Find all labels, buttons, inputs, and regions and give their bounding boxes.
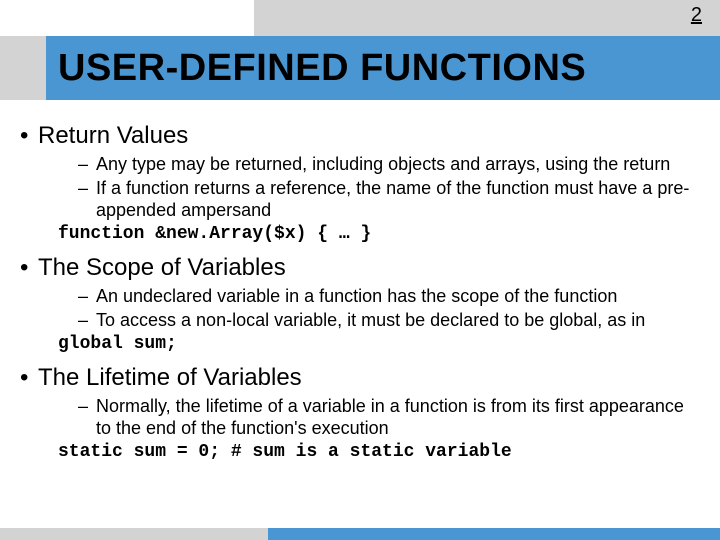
code-snippet: global sum; [58, 334, 700, 354]
slide-title: USER-DEFINED FUNCTIONS [46, 47, 586, 90]
bottom-strip-gray [0, 528, 268, 540]
code-snippet: static sum = 0; # sum is a static variab… [58, 442, 700, 462]
bullet-item: An undeclared variable in a function has… [78, 286, 700, 308]
code-snippet: function &new.Array($x) { … } [58, 224, 700, 244]
bullet-item: Normally, the lifetime of a variable in … [78, 396, 700, 440]
sublist-return-values: Any type may be returned, including obje… [20, 154, 700, 222]
top-strip-white [0, 0, 254, 36]
top-strip: 2 [0, 0, 720, 36]
sublist-scope: An undeclared variable in a function has… [20, 286, 700, 332]
bottom-strip-blue [268, 528, 720, 540]
bullet-item: To access a non-local variable, it must … [78, 310, 700, 332]
title-band-blue: USER-DEFINED FUNCTIONS [46, 36, 720, 100]
content-area: Return Values Any type may be returned, … [20, 112, 700, 464]
bottom-strip [0, 528, 720, 540]
top-strip-gray [254, 0, 720, 36]
bullet-item: Any type may be returned, including obje… [78, 154, 700, 176]
section-heading-scope: The Scope of Variables [20, 254, 700, 282]
sublist-lifetime: Normally, the lifetime of a variable in … [20, 396, 700, 440]
title-band-gray [0, 36, 46, 100]
bullet-item: If a function returns a reference, the n… [78, 178, 700, 222]
title-band: USER-DEFINED FUNCTIONS [0, 36, 720, 100]
page-number: 2 [691, 4, 702, 27]
slide: 2 USER-DEFINED FUNCTIONS Return Values A… [0, 0, 720, 540]
section-heading-lifetime: The Lifetime of Variables [20, 364, 700, 392]
section-heading-return-values: Return Values [20, 122, 700, 150]
